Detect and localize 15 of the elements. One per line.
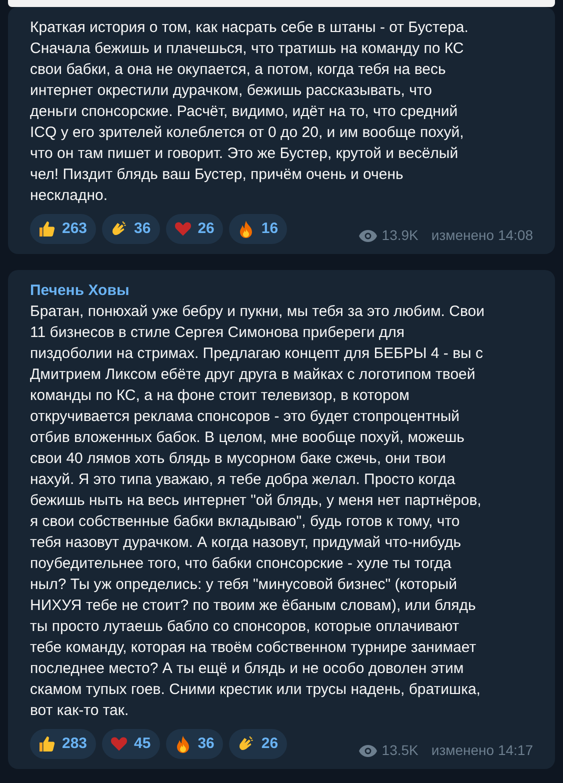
reaction-button[interactable]: 16 (229, 214, 288, 244)
reaction-button[interactable]: 45 (102, 729, 160, 759)
view-count: 13.9K (382, 226, 418, 245)
reaction-button[interactable]: 263 (30, 214, 96, 244)
edited-time: изменено 14:08 (431, 226, 533, 245)
message-text: Братан, понюхай уже бебру и пукни, мы тебя за это любим. Свои 11 бизнесов в стиле Сергея Симонова прибереги для пиздоболии на стримах. Предлагаю концепт для БЕБРЫ 4 - вы с Дмитрием Ликсом ебёте друг друга в майках с логотипом твоей команды по КС, а на фоне стоит телевизор, в котором откручивается реклама спонсоров - это будет стопроцентный отбив вложенных бабок. В целом, мне вообще похуй, можешь свои 40 лямов хоть блядь в мусорном баке сжечь, они твои нахуй. Я это типа уважаю, я тебе добра желал. Просто когда бежишь ныть на весь интернет "ой блядь, у меня нет партнёров, я свои собственные бабки вкладываю", будь готов к тому, что тебя назовут дурачком. А когда назовут, придумай что-нибудь поубедительнее того, что бабки спонсорские - хуле ты тогда ныл? Ты уж определись: у тебя "минусовой бизнес" (который НИХУЯ тебе не стоит? по твоим же ёбаным словам), или блядь ты просто лутаешь бабло со спонсоров, которые оплачивают тебе команду, которая на твоём собственном турнире занимает последнее место? А ты ещё и блядь и не особо доволен этим скамом тупых гоев. Сними крестик или трусы надень, братишка, вот как-то так. (30, 302, 486, 721)
view-count: 13.5K (382, 741, 418, 760)
author-name[interactable]: Печень Ховы (30, 280, 130, 301)
reaction-button[interactable]: 36 (166, 729, 224, 759)
edited-time: изменено 14:17 (431, 741, 533, 760)
reaction-button[interactable]: 26 (166, 214, 224, 244)
reaction-button[interactable]: 26 (229, 729, 288, 759)
message-text: Краткая история о том, как насрать себе в штаны - от Бустера. Сначала бежишь и плачешься, что тратишь на команду по КС свои бабки, а она не окупается, а потом, когда тебя на весь интернет окрестили дурачком, бежишь рассказывать, что деньги спонсорские. Расчёт, видимо, идёт на то, что средний ICQ у его зрителей колеблется от 0 до 20, и им вообще похуй, что он там пишет и говорит. Это же Бустер, крутой и весёлый чел! Пиздит блядь ваш Бустер, причём очень и очень нескладно. (30, 18, 470, 206)
reaction-button[interactable]: 36 (102, 214, 160, 244)
reaction-button[interactable]: 283 (30, 729, 96, 759)
